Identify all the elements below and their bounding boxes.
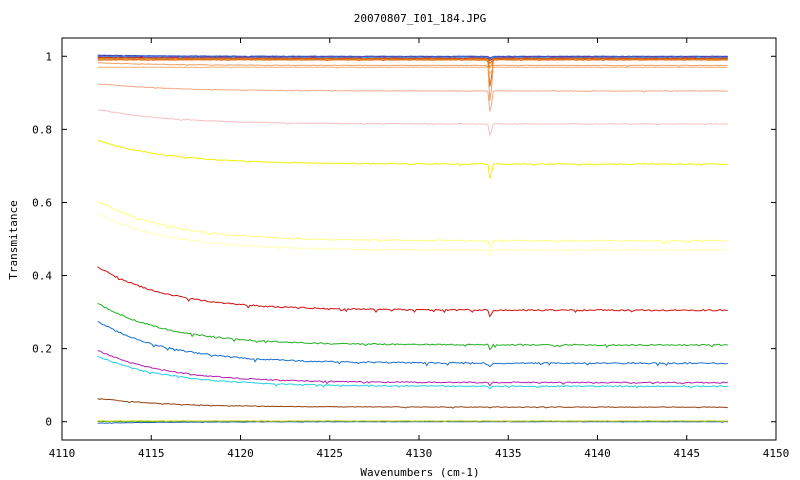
series-lines bbox=[97, 54, 729, 424]
x-tick-label: 4125 bbox=[317, 447, 344, 460]
x-tick-label: 4130 bbox=[406, 447, 433, 460]
transmittance-chart: 20070807_I01_184.JPG 4110 4115 4120 4125 413… bbox=[7, 12, 790, 479]
series-line bbox=[97, 421, 728, 424]
y-tick-label: 0.6 bbox=[32, 196, 52, 209]
y-tick-label: 0.2 bbox=[32, 343, 52, 356]
y-tick-label: 0.4 bbox=[32, 270, 52, 283]
x-tick-label: 4110 bbox=[49, 447, 76, 460]
series-line bbox=[97, 266, 728, 318]
chart-title: 20070807_I01_184.JPG bbox=[354, 12, 486, 25]
x-tick-label: 4140 bbox=[584, 447, 611, 460]
x-tick-label: 4115 bbox=[138, 447, 165, 460]
series-line bbox=[97, 201, 729, 248]
series-line bbox=[97, 66, 728, 75]
y-axis-label: Transmitance bbox=[7, 200, 20, 279]
series-line bbox=[97, 59, 728, 87]
series-line bbox=[97, 350, 728, 387]
plot-frame bbox=[61, 37, 777, 441]
x-tick-label: 4150 bbox=[763, 447, 790, 460]
x-tick-label: 4120 bbox=[227, 447, 254, 460]
x-tick-label: 4135 bbox=[495, 447, 522, 460]
series-line bbox=[97, 140, 728, 179]
y-tick-label: 0.8 bbox=[32, 123, 52, 136]
series-line bbox=[97, 83, 728, 112]
series-line bbox=[97, 398, 728, 409]
x-tick-label: 4145 bbox=[674, 447, 701, 460]
y-tick-label: 0 bbox=[45, 416, 52, 429]
y-tick-label: 1 bbox=[45, 50, 52, 63]
series-line bbox=[97, 62, 728, 102]
series-line bbox=[97, 355, 728, 390]
series-line bbox=[97, 109, 728, 138]
series-line bbox=[97, 213, 728, 258]
x-axis-label: Wavenumbers (cm-1) bbox=[360, 466, 479, 479]
